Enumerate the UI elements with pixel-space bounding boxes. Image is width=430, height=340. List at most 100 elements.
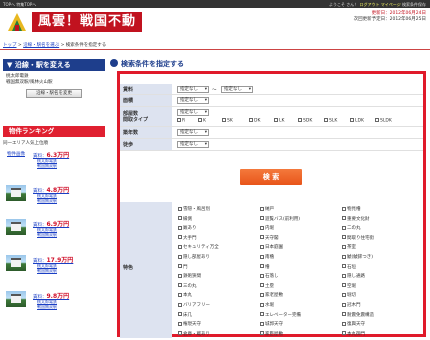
property-thumbnail[interactable] xyxy=(6,291,26,307)
feature-checkbox[interactable]: 間取り住宅街 xyxy=(342,235,374,241)
feature-checkbox[interactable]: 堀切 xyxy=(342,292,356,298)
change-station-button[interactable]: 沿線・駅名を変更 xyxy=(26,89,82,98)
feature-checkbox[interactable]: 天守閣 xyxy=(260,235,279,241)
walk-fields: 指定なし xyxy=(174,139,423,150)
breadcrumb-top[interactable]: トップ xyxy=(3,43,17,48)
feature-checkbox[interactable]: 重要文化財 xyxy=(342,216,370,222)
ranking-station[interactable]: 桃太郎電鉄 戦国無双駅 xyxy=(37,263,57,273)
feature-checkbox[interactable]: 物見櫓 xyxy=(342,206,361,212)
feature-checkbox[interactable]: 権現天守 xyxy=(178,321,201,327)
feature-checkbox[interactable]: 石落し xyxy=(260,273,279,279)
feature-checkbox[interactable]: 隠し部屋あり xyxy=(178,254,210,260)
location-stations: 戦国無双駅/風林火山駅 xyxy=(6,80,53,85)
feature-checkbox[interactable]: 茶室 xyxy=(342,244,356,250)
feature-checkbox[interactable]: 鉄砲狭間 xyxy=(178,273,201,279)
feature-checkbox[interactable]: 石垣 xyxy=(342,264,356,270)
walk-select[interactable]: 指定なし xyxy=(177,141,209,148)
feature-checkbox[interactable]: 櫓 xyxy=(260,264,270,270)
header-divider xyxy=(0,49,430,50)
rent-tilde: 〜 xyxy=(212,88,217,93)
feature-checkbox[interactable]: 空堀 xyxy=(342,283,356,289)
feature-checkbox[interactable]: 土塁 xyxy=(260,283,274,289)
site-logo[interactable]: 風雲！戦国不動産 xyxy=(32,12,142,49)
ranking-item[interactable]: 物件画像 賃料：6.3万円 桃太郎電鉄 戦国無双駅 xyxy=(3,146,105,176)
property-thumbnail[interactable] xyxy=(6,185,26,201)
breadcrumb-line-select[interactable]: 沿線・駅名を選ぶ xyxy=(23,43,59,48)
feature-checkbox[interactable]: 大手門 xyxy=(178,235,197,241)
castle-logo-icon xyxy=(8,13,26,31)
feature-checkbox[interactable]: 遊覧バス(前利用) xyxy=(260,216,300,222)
layout-option[interactable]: SK xyxy=(222,118,233,124)
ranking-station[interactable]: 桃太郎電鉄 戦国無双駅 xyxy=(37,158,57,168)
layout-option[interactable]: R xyxy=(177,118,185,124)
top-nav-links[interactable]: TOPへ 特集TOPへ xyxy=(3,2,36,8)
feature-checkbox[interactable]: 冠木門 xyxy=(342,302,361,308)
feature-checkbox[interactable]: 日本庭園 xyxy=(260,244,283,250)
property-thumbnail[interactable] xyxy=(6,255,26,271)
rooms-select[interactable]: 指定なし xyxy=(177,109,209,116)
age-label: 築年数 xyxy=(120,127,172,138)
feature-checkbox[interactable]: 本丸 xyxy=(178,292,192,298)
feature-checkbox[interactable]: 内堀 xyxy=(260,225,274,231)
feature-checkbox[interactable]: 三の丸 xyxy=(178,283,197,289)
layout-fields: 指定なし R K SK DK LK SDK SLK LDK SLDK xyxy=(174,107,423,126)
layout-option[interactable]: K xyxy=(198,118,206,124)
saved-search-link[interactable]: 検索条件保存 xyxy=(402,2,426,7)
layout-option[interactable]: DK xyxy=(249,118,260,124)
ranking-title: 物件ランキング xyxy=(3,126,105,137)
ranking-item[interactable]: 賃料：9.8万円 桃太郎電鉄 戦国無双駅 xyxy=(3,287,105,317)
feature-checkbox[interactable]: 雪隠・風呂別 xyxy=(178,206,210,212)
layout-option[interactable]: SDK xyxy=(298,118,312,124)
layout-option[interactable]: LK xyxy=(274,118,284,124)
property-thumbnail[interactable] xyxy=(6,219,26,235)
breadcrumb-current: 検索条件を指定する xyxy=(65,43,107,48)
feature-checkbox[interactable]: 倉庫・蔵あり xyxy=(178,331,210,337)
feature-checkbox[interactable]: 厩あり xyxy=(178,225,197,231)
feature-checkbox[interactable]: 床几 xyxy=(178,312,192,318)
feature-checkbox[interactable]: 城郭天守 xyxy=(260,321,283,327)
ranking-station[interactable]: 桃太郎電鉄 戦国無双駅 xyxy=(37,193,57,203)
feature-checkbox[interactable]: 復興天守 xyxy=(342,321,365,327)
feature-checkbox[interactable]: 縁側 xyxy=(178,216,192,222)
rent-max-select[interactable]: 指定なし xyxy=(221,86,253,93)
rent-min-select[interactable]: 指定なし xyxy=(177,86,209,93)
feature-checkbox[interactable]: 二の丸 xyxy=(342,225,361,231)
layout-option[interactable]: LDK xyxy=(350,118,364,124)
feature-checkbox[interactable]: 本丸御門 xyxy=(342,331,365,337)
breadcrumb: トップ > 沿線・駅名を選ぶ > 検索条件を指定する xyxy=(3,43,107,48)
welcome-suffix: さん！ xyxy=(346,1,359,7)
rent-fields: 指定なし 〜 指定なし xyxy=(174,84,423,94)
feature-checkbox[interactable]: 門 xyxy=(178,264,188,270)
feature-checkbox[interactable]: 家臣屋敷 xyxy=(260,331,283,337)
age-select[interactable]: 指定なし xyxy=(177,129,209,136)
ranking-station[interactable]: 桃太郎電鉄 戦国無双駅 xyxy=(37,299,57,309)
search-button[interactable]: 検 索 xyxy=(240,169,302,185)
search-form: 賃料 指定なし 〜 指定なし 面積 指定なし 部屋数 間取タイプ 指定なし R … xyxy=(117,71,426,338)
feature-checkbox[interactable]: 家老屋敷 xyxy=(260,292,283,298)
age-fields: 指定なし xyxy=(174,127,423,138)
feature-checkbox[interactable]: 水堀 xyxy=(260,302,274,308)
rent-row: 賃料 指定なし 〜 指定なし xyxy=(120,84,423,95)
ranking-item[interactable]: 賃料：6.9万円 桃太郎電鉄 戦国無双駅 xyxy=(3,215,105,245)
feature-checkbox[interactable]: セキュリティ万全 xyxy=(178,244,219,250)
rent-label: 賃料 xyxy=(120,84,172,94)
layout-option[interactable]: SLK xyxy=(324,118,337,124)
welcome-text: ようこそ xyxy=(328,1,345,7)
logout-link[interactable]: ログアウト xyxy=(360,2,380,7)
ranking-station[interactable]: 桃太郎電鉄 戦国無双駅 xyxy=(37,227,57,237)
feature-checkbox[interactable]: 耐震免震構造 xyxy=(342,312,374,318)
area-label: 面積 xyxy=(120,95,172,106)
mypage-link[interactable]: マイページ xyxy=(381,2,401,7)
feature-checkbox[interactable]: 納戸 xyxy=(260,206,274,212)
feature-checkbox[interactable]: 隠し通路 xyxy=(342,273,365,279)
top-bar: TOPへ 特集TOPへ ようこそ さん！ ログアウト マイページ 検索条件保存 xyxy=(0,0,430,8)
feature-checkbox[interactable]: 鯱(鯱鉾つき) xyxy=(342,254,373,260)
feature-checkbox[interactable]: エレベーター完備 xyxy=(260,312,301,318)
feature-checkbox[interactable]: バリアフリー xyxy=(178,302,210,308)
area-select[interactable]: 指定なし xyxy=(177,97,209,104)
ranking-image-label[interactable]: 物件画像 xyxy=(7,151,25,157)
feature-checkbox[interactable]: 南櫓 xyxy=(260,254,274,260)
ranking-item[interactable]: 賃料：17.9万円 桃太郎電鉄 戦国無双駅 xyxy=(3,251,105,281)
ranking-item[interactable]: 賃料：4.8万円 桃太郎電鉄 戦国無双駅 xyxy=(3,181,105,211)
layout-option[interactable]: SLDK xyxy=(375,118,392,124)
